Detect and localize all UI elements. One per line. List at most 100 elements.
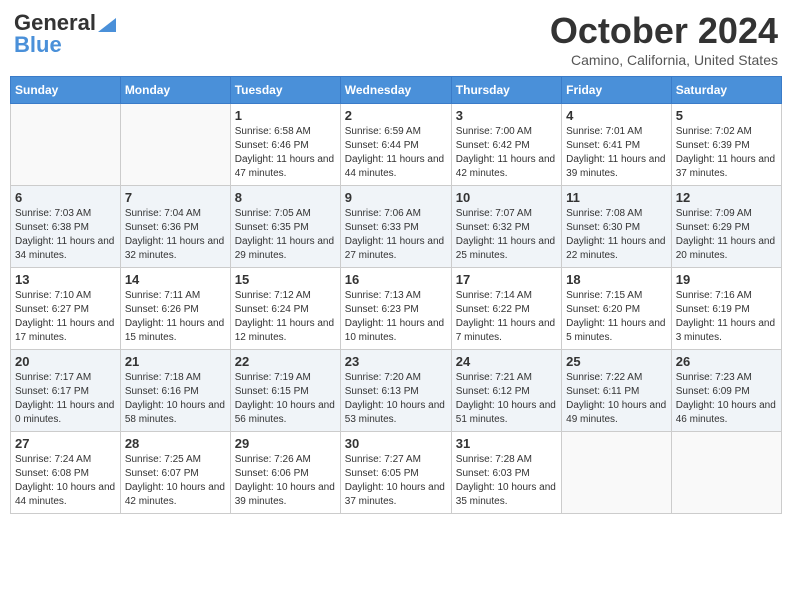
day-info: Sunrise: 7:19 AM Sunset: 6:15 PM Dayligh… xyxy=(235,371,336,427)
day-info: Sunrise: 7:00 AM Sunset: 6:42 PM Dayligh… xyxy=(456,125,557,181)
header-sunday: Sunday xyxy=(11,77,121,104)
page-header: General Blue October 2024 Camino, Califo… xyxy=(10,10,782,68)
day-number: 6 xyxy=(15,190,116,205)
calendar-cell: 7Sunrise: 7:04 AM Sunset: 6:36 PM Daylig… xyxy=(120,186,230,268)
calendar-cell: 28 Sunrise: 7:25 AM Sunset: 6:07 PM Dayli… xyxy=(120,432,230,514)
calendar-cell: 3Sunrise: 7:00 AM Sunset: 6:42 PM Daylig… xyxy=(451,104,561,186)
calendar-cell: 8 Sunrise: 7:05 AM Sunset: 6:35 PM Daylig… xyxy=(230,186,340,268)
logo: General Blue xyxy=(14,10,116,58)
day-number: 20 xyxy=(15,354,116,369)
calendar-cell: 19Sunrise: 7:16 AM Sunset: 6:19 PM Dayli… xyxy=(671,268,781,350)
location: Camino, California, United States xyxy=(550,52,778,68)
day-number: 25 xyxy=(566,354,667,369)
day-info: Sunrise: 7:02 AM Sunset: 6:39 PM Dayligh… xyxy=(676,125,777,181)
calendar-cell: 9Sunrise: 7:06 AM Sunset: 6:33 PM Daylig… xyxy=(340,186,451,268)
calendar-cell: 26Sunrise: 7:23 AM Sunset: 6:09 PM Dayli… xyxy=(671,350,781,432)
day-info: Sunrise: 7:27 AM Sunset: 6:05 PM Dayligh… xyxy=(345,453,447,509)
calendar-cell: 17 Sunrise: 7:14 AM Sunset: 6:22 PM Dayli… xyxy=(451,268,561,350)
calendar-cell xyxy=(11,104,121,186)
calendar-header-row: SundayMondayTuesdayWednesdayThursdayFrid… xyxy=(11,77,782,104)
calendar-week-row: 27 Sunrise: 7:24 AM Sunset: 6:08 PM Dayli… xyxy=(11,432,782,514)
calendar-cell: 25 Sunrise: 7:22 AM Sunset: 6:11 PM Dayli… xyxy=(562,350,672,432)
calendar-cell: 29 Sunrise: 7:26 AM Sunset: 6:06 PM Dayli… xyxy=(230,432,340,514)
day-number: 8 xyxy=(235,190,336,205)
day-info: Sunrise: 7:06 AM Sunset: 6:33 PM Dayligh… xyxy=(345,207,447,263)
day-info: Sunrise: 7:13 AM Sunset: 6:23 PM Dayligh… xyxy=(345,289,447,345)
calendar-cell: 12 Sunrise: 7:09 AM Sunset: 6:29 PM Dayli… xyxy=(671,186,781,268)
day-info: Sunrise: 7:26 AM Sunset: 6:06 PM Dayligh… xyxy=(235,453,336,509)
day-number: 1 xyxy=(235,108,336,123)
day-number: 13 xyxy=(15,272,116,287)
day-number: 23 xyxy=(345,354,447,369)
day-number: 5 xyxy=(676,108,777,123)
logo-blue: Blue xyxy=(14,32,62,58)
day-info: Sunrise: 7:17 AM Sunset: 6:17 PM Dayligh… xyxy=(15,371,116,427)
day-info: Sunrise: 7:20 AM Sunset: 6:13 PM Dayligh… xyxy=(345,371,447,427)
calendar-week-row: 13 Sunrise: 7:10 AM Sunset: 6:27 PM Dayli… xyxy=(11,268,782,350)
header-tuesday: Tuesday xyxy=(230,77,340,104)
header-thursday: Thursday xyxy=(451,77,561,104)
day-number: 11 xyxy=(566,190,667,205)
calendar-cell: 30 Sunrise: 7:27 AM Sunset: 6:05 PM Dayli… xyxy=(340,432,451,514)
day-info: Sunrise: 7:14 AM Sunset: 6:22 PM Dayligh… xyxy=(456,289,557,345)
day-info: Sunrise: 7:03 AM Sunset: 6:38 PM Dayligh… xyxy=(15,207,116,263)
calendar-cell: 16Sunrise: 7:13 AM Sunset: 6:23 PM Dayli… xyxy=(340,268,451,350)
calendar-cell: 15 Sunrise: 7:12 AM Sunset: 6:24 PM Dayli… xyxy=(230,268,340,350)
day-number: 18 xyxy=(566,272,667,287)
day-info: Sunrise: 7:25 AM Sunset: 6:07 PM Dayligh… xyxy=(125,453,226,509)
calendar-table: SundayMondayTuesdayWednesdayThursdayFrid… xyxy=(10,76,782,514)
calendar-cell: 2 Sunrise: 6:59 AM Sunset: 6:44 PM Daylig… xyxy=(340,104,451,186)
day-info: Sunrise: 7:15 AM Sunset: 6:20 PM Dayligh… xyxy=(566,289,667,345)
calendar-cell: 4 Sunrise: 7:01 AM Sunset: 6:41 PM Daylig… xyxy=(562,104,672,186)
calendar-cell: 21Sunrise: 7:18 AM Sunset: 6:16 PM Dayli… xyxy=(120,350,230,432)
day-number: 26 xyxy=(676,354,777,369)
logo-icon xyxy=(98,14,116,32)
calendar-cell: 23 Sunrise: 7:20 AM Sunset: 6:13 PM Dayli… xyxy=(340,350,451,432)
day-info: Sunrise: 7:12 AM Sunset: 6:24 PM Dayligh… xyxy=(235,289,336,345)
day-number: 19 xyxy=(676,272,777,287)
calendar-cell: 31 Sunrise: 7:28 AM Sunset: 6:03 PM Dayli… xyxy=(451,432,561,514)
day-info: Sunrise: 7:01 AM Sunset: 6:41 PM Dayligh… xyxy=(566,125,667,181)
calendar-cell xyxy=(562,432,672,514)
calendar-cell: 1 Sunrise: 6:58 AM Sunset: 6:46 PM Daylig… xyxy=(230,104,340,186)
day-info: Sunrise: 7:11 AM Sunset: 6:26 PM Dayligh… xyxy=(125,289,226,345)
calendar-week-row: 1 Sunrise: 6:58 AM Sunset: 6:46 PM Daylig… xyxy=(11,104,782,186)
calendar-cell: 14 Sunrise: 7:11 AM Sunset: 6:26 PM Dayli… xyxy=(120,268,230,350)
day-number: 10 xyxy=(456,190,557,205)
day-info: Sunrise: 7:05 AM Sunset: 6:35 PM Dayligh… xyxy=(235,207,336,263)
month-title: October 2024 xyxy=(550,10,778,52)
day-number: 30 xyxy=(345,436,447,451)
calendar-cell: 20 Sunrise: 7:17 AM Sunset: 6:17 PM Dayli… xyxy=(11,350,121,432)
day-number: 15 xyxy=(235,272,336,287)
day-info: Sunrise: 6:59 AM Sunset: 6:44 PM Dayligh… xyxy=(345,125,447,181)
day-info: Sunrise: 7:08 AM Sunset: 6:30 PM Dayligh… xyxy=(566,207,667,263)
day-number: 29 xyxy=(235,436,336,451)
calendar-cell: 5 Sunrise: 7:02 AM Sunset: 6:39 PM Daylig… xyxy=(671,104,781,186)
calendar-cell: 6 Sunrise: 7:03 AM Sunset: 6:38 PM Daylig… xyxy=(11,186,121,268)
day-number: 28 xyxy=(125,436,226,451)
day-info: Sunrise: 7:09 AM Sunset: 6:29 PM Dayligh… xyxy=(676,207,777,263)
header-monday: Monday xyxy=(120,77,230,104)
calendar-cell: 18 Sunrise: 7:15 AM Sunset: 6:20 PM Dayli… xyxy=(562,268,672,350)
day-info: Sunrise: 7:07 AM Sunset: 6:32 PM Dayligh… xyxy=(456,207,557,263)
calendar-cell: 24Sunrise: 7:21 AM Sunset: 6:12 PM Dayli… xyxy=(451,350,561,432)
day-info: Sunrise: 7:10 AM Sunset: 6:27 PM Dayligh… xyxy=(15,289,116,345)
day-number: 27 xyxy=(15,436,116,451)
day-info: Sunrise: 7:24 AM Sunset: 6:08 PM Dayligh… xyxy=(15,453,116,509)
day-info: Sunrise: 7:28 AM Sunset: 6:03 PM Dayligh… xyxy=(456,453,557,509)
title-block: October 2024 Camino, California, United … xyxy=(550,10,778,68)
day-number: 24 xyxy=(456,354,557,369)
header-wednesday: Wednesday xyxy=(340,77,451,104)
calendar-week-row: 6 Sunrise: 7:03 AM Sunset: 6:38 PM Daylig… xyxy=(11,186,782,268)
day-number: 4 xyxy=(566,108,667,123)
day-number: 14 xyxy=(125,272,226,287)
day-number: 17 xyxy=(456,272,557,287)
day-info: Sunrise: 7:22 AM Sunset: 6:11 PM Dayligh… xyxy=(566,371,667,427)
day-number: 2 xyxy=(345,108,447,123)
calendar-cell: 11 Sunrise: 7:08 AM Sunset: 6:30 PM Dayli… xyxy=(562,186,672,268)
day-info: Sunrise: 7:18 AM Sunset: 6:16 PM Dayligh… xyxy=(125,371,226,427)
day-number: 31 xyxy=(456,436,557,451)
calendar-cell xyxy=(671,432,781,514)
day-info: Sunrise: 6:58 AM Sunset: 6:46 PM Dayligh… xyxy=(235,125,336,181)
day-number: 12 xyxy=(676,190,777,205)
